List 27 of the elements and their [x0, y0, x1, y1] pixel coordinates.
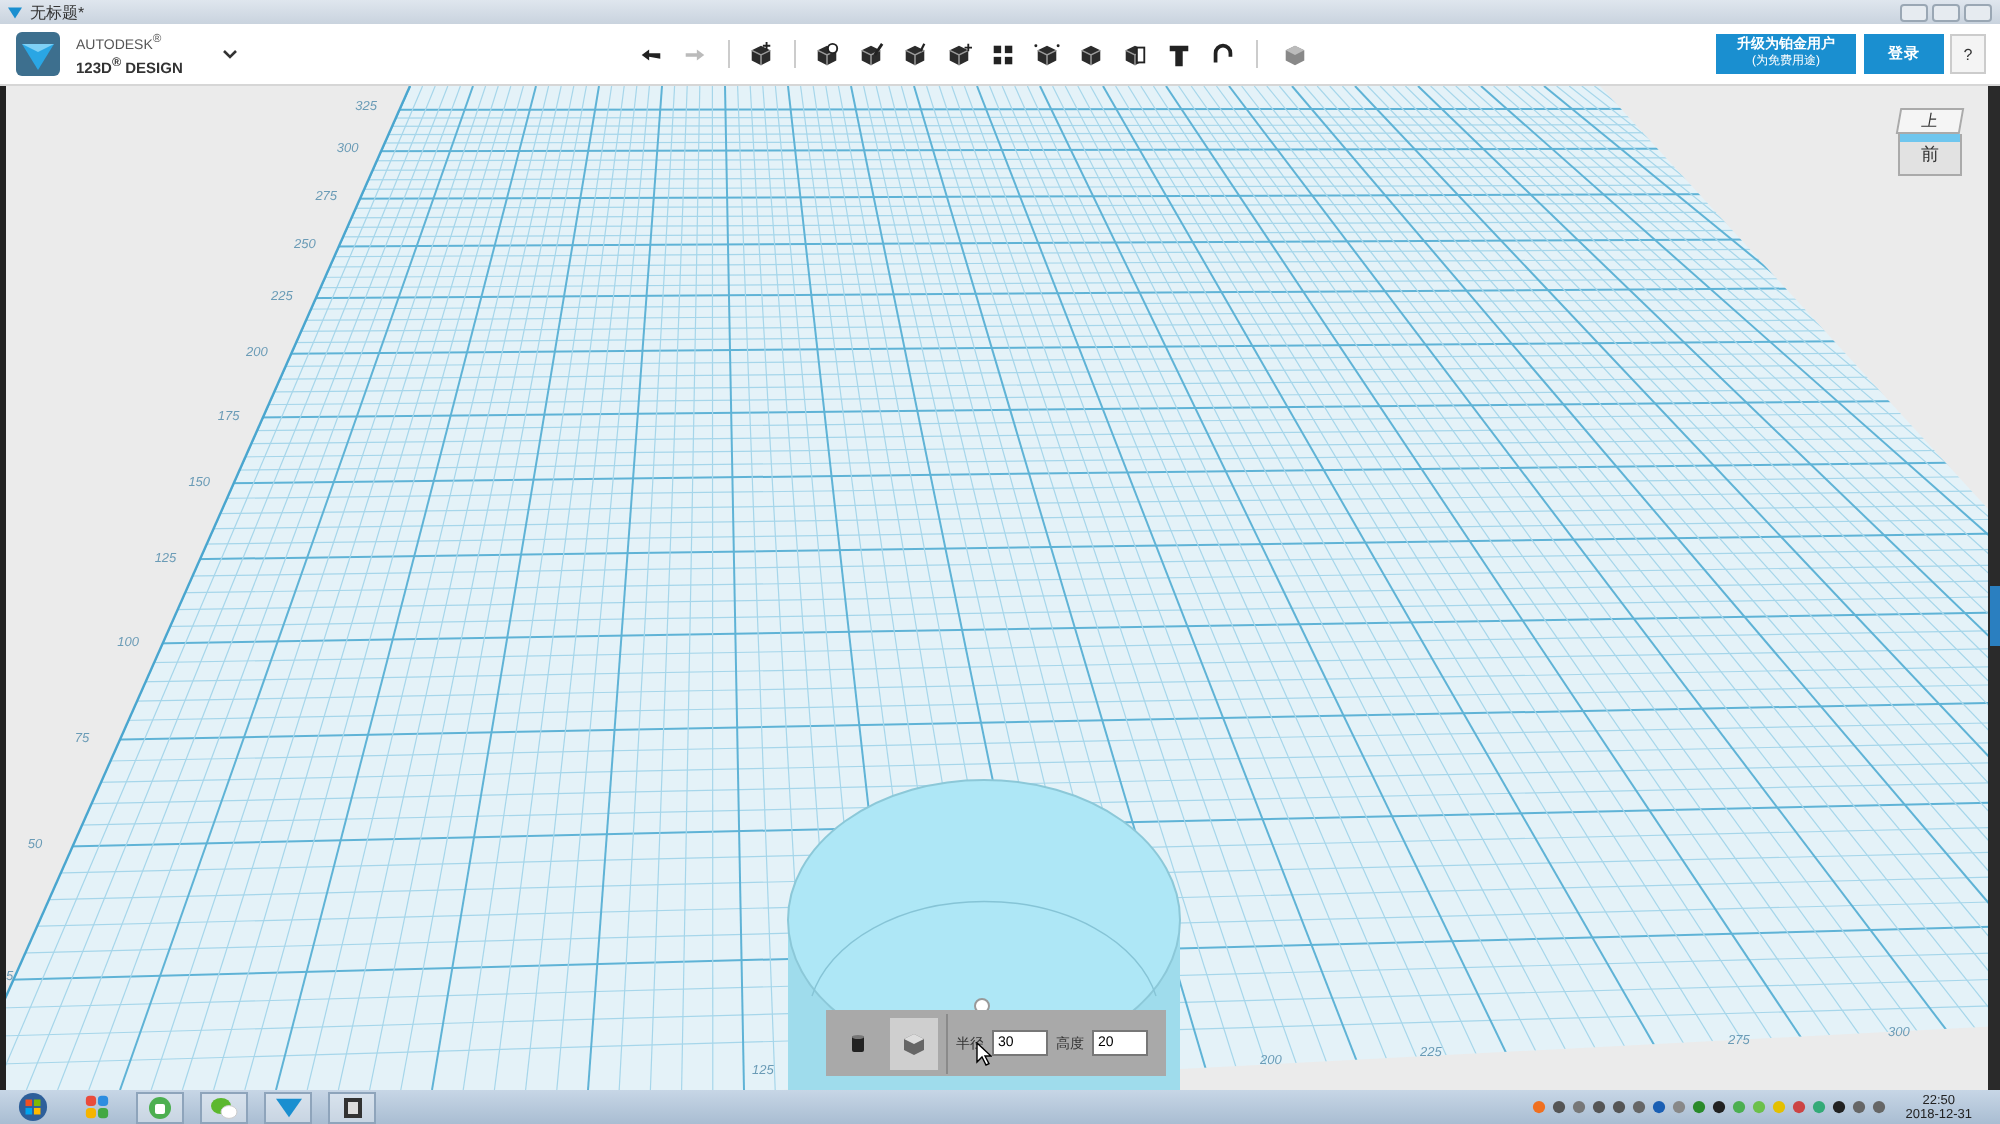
colored-tiles-icon[interactable] — [83, 1094, 109, 1120]
chat-bubbles-icon[interactable] — [210, 1095, 238, 1119]
close-button[interactable] — [1964, 3, 1992, 21]
start-orb-icon[interactable] — [17, 1092, 47, 1122]
magnet-icon[interactable] — [1210, 41, 1237, 67]
chevron-down-icon[interactable] — [222, 46, 239, 62]
scroll-marker — [1990, 586, 2000, 646]
cube-dots-icon[interactable] — [1034, 41, 1061, 67]
help-button[interactable]: ? — [1950, 34, 1986, 74]
pattern-icon[interactable] — [990, 41, 1017, 67]
cube-icon[interactable] — [1078, 41, 1105, 67]
window-title: 无标题* — [30, 1, 85, 23]
cylinder-icon — [846, 1031, 870, 1055]
material-cube-icon[interactable] — [1282, 41, 1309, 67]
app-logo-icon[interactable] — [16, 32, 60, 76]
minimize-button[interactable] — [1900, 3, 1928, 21]
cube-pencil-icon[interactable] — [858, 41, 885, 67]
cube-arrow-icon[interactable] — [902, 41, 929, 67]
add-cube-icon[interactable] — [748, 41, 775, 67]
maximize-button[interactable] — [1932, 3, 1960, 21]
app-logo-icon[interactable] — [275, 1095, 301, 1119]
text-icon[interactable] — [1166, 41, 1193, 67]
box-icon — [902, 1031, 926, 1055]
cube-plus-icon[interactable] — [946, 41, 973, 67]
box-tool-button[interactable] — [890, 1017, 938, 1069]
app-logo-icon — [8, 5, 22, 19]
cube-face-icon[interactable] — [1122, 41, 1149, 67]
